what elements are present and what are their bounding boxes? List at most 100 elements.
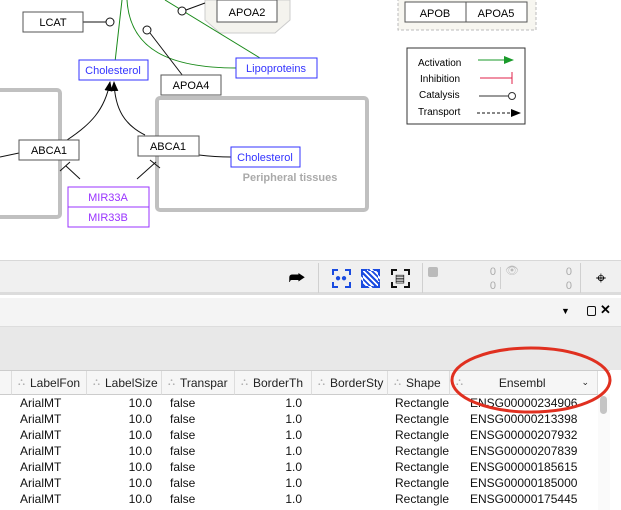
node-table: ⛬ LabelFon ⛬ LabelSize ⛬ Transpar ⛬ BorderTh… <box>0 370 610 510</box>
select-annotations-button[interactable]: ▤ <box>389 265 411 291</box>
scrollbar-thumb[interactable] <box>600 396 607 414</box>
node-cholesterol[interactable]: Cholesterol <box>78 59 149 81</box>
node-apoa4[interactable]: APOA4 <box>160 74 222 96</box>
svg-text:Transport: Transport <box>418 107 461 118</box>
edge <box>0 152 20 158</box>
cell-border-thickness[interactable]: 1.0 <box>285 444 302 458</box>
edge-inhibition <box>59 161 81 180</box>
cell-ensembl-id[interactable]: ENSG00000207839 <box>470 444 577 458</box>
cell-shape[interactable]: Rectangle <box>395 396 449 410</box>
cell-shape[interactable]: Rectangle <box>395 460 449 474</box>
svg-text:ABCA1: ABCA1 <box>31 145 67 157</box>
svg-text:APOA4: APOA4 <box>173 80 210 92</box>
select-edges-button[interactable] <box>359 265 381 291</box>
hidden-nodes-count: 0 <box>565 266 572 278</box>
cell-label-font[interactable]: ArialMT <box>20 476 61 490</box>
table-panel-header: ▼ ✕ <box>0 298 621 326</box>
cell-border-thickness[interactable]: 1.0 <box>285 476 302 490</box>
cell-ensembl-id[interactable]: ENSG00000175445 <box>470 492 577 506</box>
cell-label-size[interactable]: 10.0 <box>129 476 152 490</box>
node-abca1[interactable]: ABCA1 <box>18 139 80 161</box>
cell-label-size[interactable]: 10.0 <box>129 412 152 426</box>
cell-shape[interactable]: Rectangle <box>395 444 449 458</box>
cell-border-thickness[interactable]: 1.0 <box>285 492 302 506</box>
cell-label-size[interactable]: 10.0 <box>129 428 152 442</box>
cell-label-size[interactable]: 10.0 <box>129 460 152 474</box>
cell-transparency[interactable]: false <box>170 492 195 506</box>
column-header-labelfont[interactable]: ⛬ LabelFon <box>12 371 87 395</box>
cell-transparency[interactable]: false <box>170 476 195 490</box>
select-nodes-icon: ●● <box>331 268 351 288</box>
svg-text:ABCA1: ABCA1 <box>150 141 186 153</box>
svg-text:LCAT: LCAT <box>39 17 67 29</box>
cell-ensembl-id[interactable]: ENSG00000185615 <box>470 460 577 474</box>
column-header-ensembl[interactable]: ⛬ Ensembl ⌄ <box>450 371 598 395</box>
cell-ensembl-id[interactable]: ENSG00000207932 <box>470 428 577 442</box>
node-apoa2[interactable]: APOA2 <box>216 0 278 23</box>
compartment-label: Peripheral tissues <box>243 172 338 184</box>
node-lipoproteins[interactable]: Lipoproteins <box>235 57 318 79</box>
node-mir33b[interactable]: MIR33B <box>67 206 150 228</box>
cell-shape[interactable]: Rectangle <box>395 492 449 506</box>
cell-border-thickness[interactable]: 1.0 <box>285 428 302 442</box>
cell-border-thickness[interactable]: 1.0 <box>285 396 302 410</box>
select-edges-icon <box>360 268 380 288</box>
svg-text:Catalysis: Catalysis <box>419 90 460 101</box>
cell-transparency[interactable]: false <box>170 460 195 474</box>
cell-ensembl-id[interactable]: ENSG00000234906 <box>470 396 577 410</box>
cell-transparency[interactable]: false <box>170 412 195 426</box>
column-header-transparency[interactable]: ⛬ Transpar <box>162 371 235 395</box>
svg-text:Inhibition: Inhibition <box>420 74 460 85</box>
network-canvas[interactable]: Peripheral tissues LCAT APOA2 APOB APOA5… <box>0 0 621 260</box>
column-header-labelsize[interactable]: ⛬ LabelSize <box>87 371 162 395</box>
edge <box>198 154 232 158</box>
column-header-borderthickness[interactable]: ⛬ BorderTh <box>235 371 312 395</box>
panel-menu-icon[interactable]: ▼ <box>561 306 570 316</box>
cell-label-font[interactable]: ArialMT <box>20 412 61 426</box>
close-panel-icon[interactable]: ✕ <box>600 302 611 318</box>
cell-label-font[interactable]: ArialMT <box>20 428 61 442</box>
export-button[interactable]: ⮫ <box>286 265 308 291</box>
node-lcat[interactable]: LCAT <box>22 11 84 33</box>
column-header-blank[interactable] <box>0 371 12 395</box>
svg-text:APOA2: APOA2 <box>229 7 266 19</box>
svg-text:Lipoproteins: Lipoproteins <box>246 63 306 75</box>
chevron-down-icon[interactable]: ⌄ <box>581 377 597 388</box>
column-header-borderstyle[interactable]: ⛬ BorderSty <box>312 371 388 395</box>
cell-transparency[interactable]: false <box>170 444 195 458</box>
cell-label-font[interactable]: ArialMT <box>20 492 61 506</box>
legend: Activation Inhibition Catalysis Transpor… <box>406 47 526 125</box>
select-nodes-button[interactable]: ●● <box>330 265 352 291</box>
node-abca1[interactable]: ABCA1 <box>137 135 200 157</box>
cell-border-thickness[interactable]: 1.0 <box>285 412 302 426</box>
cell-label-font[interactable]: ArialMT <box>20 460 61 474</box>
edge-activation <box>114 0 123 63</box>
crosshair-icon: ⌖ <box>595 267 607 288</box>
share-icon: ⮫ <box>288 267 306 288</box>
selected-nodes-count: 0 <box>489 266 496 278</box>
float-panel-icon[interactable] <box>587 306 596 316</box>
node-apoa5[interactable]: APOA5 <box>465 1 528 23</box>
cell-border-thickness[interactable]: 1.0 <box>285 460 302 474</box>
selected-edges-count: 0 <box>489 280 496 292</box>
cell-label-size[interactable]: 10.0 <box>129 492 152 506</box>
cell-label-size[interactable]: 10.0 <box>129 396 152 410</box>
svg-text:APOB: APOB <box>420 8 451 20</box>
cell-label-font[interactable]: ArialMT <box>20 444 61 458</box>
table-toolbar <box>0 326 621 370</box>
fit-network-button[interactable]: ⌖ <box>590 265 612 291</box>
cell-transparency[interactable]: false <box>170 396 195 410</box>
cell-shape[interactable]: Rectangle <box>395 428 449 442</box>
cell-ensembl-id[interactable]: ENSG00000185000 <box>470 476 577 490</box>
cell-ensembl-id[interactable]: ENSG00000213398 <box>470 412 577 426</box>
cell-shape[interactable]: Rectangle <box>395 412 449 426</box>
cell-shape[interactable]: Rectangle <box>395 476 449 490</box>
column-header-shape[interactable]: ⛬ Shape <box>388 371 450 395</box>
cell-transparency[interactable]: false <box>170 428 195 442</box>
node-apob[interactable]: APOB <box>404 1 467 23</box>
node-mir33a[interactable]: MIR33A <box>67 186 150 208</box>
cell-label-font[interactable]: ArialMT <box>20 396 61 410</box>
cell-label-size[interactable]: 10.0 <box>129 444 152 458</box>
node-cholesterol[interactable]: Cholesterol <box>230 146 301 168</box>
catalysis-end <box>142 25 152 35</box>
